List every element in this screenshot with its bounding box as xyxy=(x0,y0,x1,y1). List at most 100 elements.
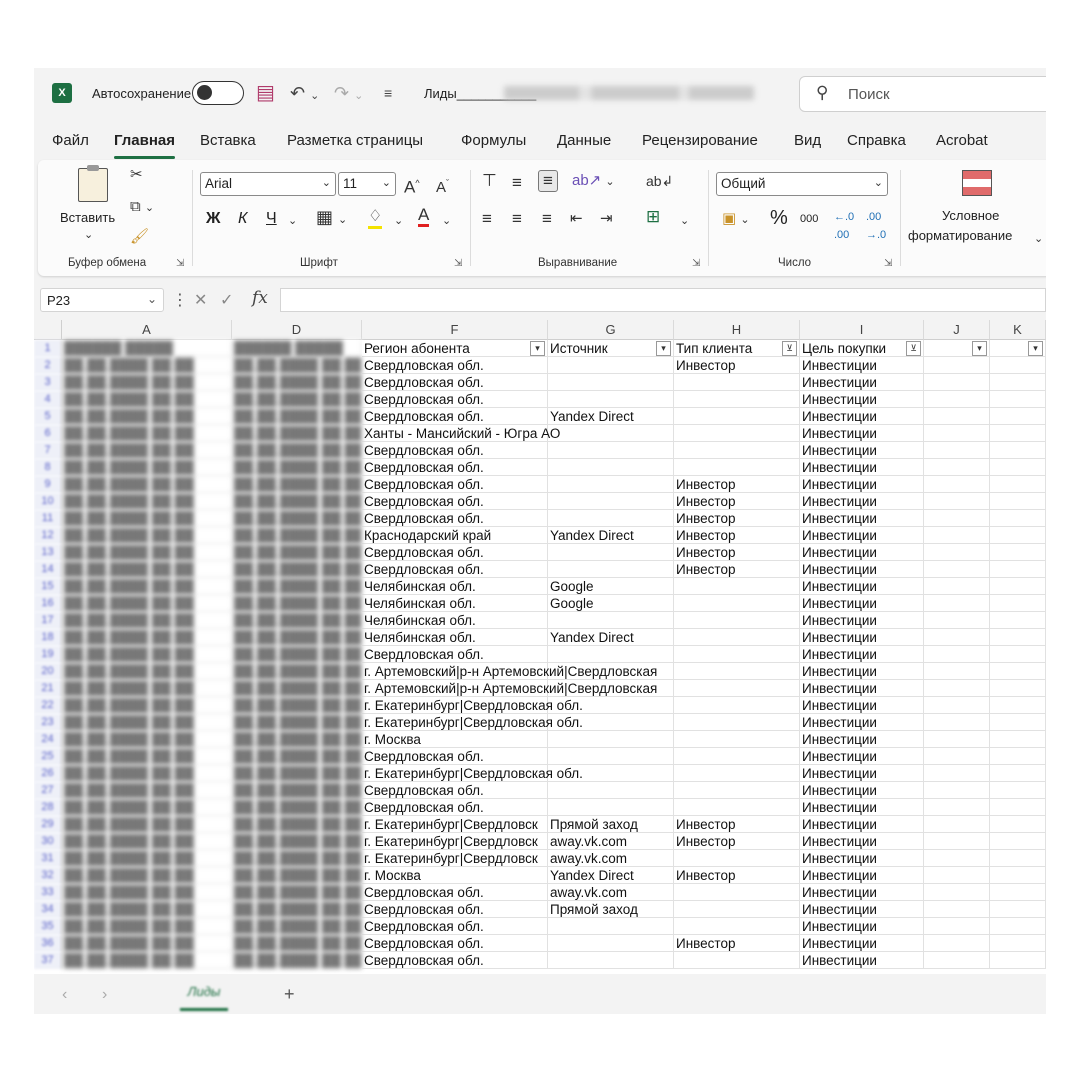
cell-g[interactable] xyxy=(548,680,674,697)
insert-function-icon[interactable]: fx xyxy=(252,288,268,308)
tab-file[interactable]: Файл xyxy=(52,132,89,149)
tab-page-layout[interactable]: Разметка страницы xyxy=(287,132,423,149)
row-number[interactable]: 10 xyxy=(34,493,62,510)
cell-i[interactable]: Инвестиции xyxy=(800,816,924,833)
cell-h[interactable]: Инвестор xyxy=(674,561,800,578)
prev-sheet-icon[interactable]: ‹ xyxy=(62,986,67,1004)
redacted-cell[interactable]: ██.██.████ ██:██ xyxy=(232,782,362,799)
redacted-cell[interactable]: ██.██.████ ██:██ xyxy=(62,833,232,850)
cell-i[interactable]: Инвестиции xyxy=(800,629,924,646)
cell-j[interactable] xyxy=(924,408,990,425)
cell-j[interactable] xyxy=(924,510,990,527)
add-sheet-icon[interactable]: + xyxy=(284,984,295,1005)
redacted-cell[interactable]: ██.██.████ ██:██ xyxy=(232,544,362,561)
conditional-formatting-label-2[interactable]: форматирование xyxy=(908,228,1012,243)
cell-g[interactable] xyxy=(548,493,674,510)
redacted-cell[interactable]: ██.██.████ ██:██ xyxy=(232,527,362,544)
redacted-cell[interactable]: ██.██.████ ██:██ xyxy=(232,680,362,697)
cell-k[interactable] xyxy=(990,357,1046,374)
row-number[interactable]: 25 xyxy=(34,748,62,765)
cell-i[interactable]: Инвестиции xyxy=(800,680,924,697)
cell-i[interactable]: Инвестиции xyxy=(800,374,924,391)
font-size-select[interactable]: 11 ⌄ xyxy=(338,172,396,196)
cell-j[interactable] xyxy=(924,731,990,748)
cut-icon[interactable]: ✂ xyxy=(130,166,143,184)
redacted-cell[interactable]: ██.██.████ ██:██ xyxy=(232,493,362,510)
cell-g[interactable] xyxy=(548,476,674,493)
font-color-icon[interactable]: A xyxy=(418,206,430,227)
cell-g[interactable]: away.vk.com xyxy=(548,850,674,867)
column-header-g[interactable]: G xyxy=(548,320,674,340)
cell-k[interactable] xyxy=(990,765,1046,782)
redacted-cell[interactable]: ██.██.████ ██:██ xyxy=(62,442,232,459)
cell-g[interactable] xyxy=(548,510,674,527)
cell-f[interactable]: г. Екатеринбург|Свердловск xyxy=(362,816,548,833)
cell-g[interactable] xyxy=(548,646,674,663)
cell-h[interactable] xyxy=(674,918,800,935)
redacted-cell[interactable]: ██.██.████ ██:██ xyxy=(232,595,362,612)
redacted-cell[interactable]: ██.██.████ ██:██ xyxy=(62,561,232,578)
cell-f[interactable]: Краснодарский край xyxy=(362,527,548,544)
wrap-text-icon[interactable]: ab↲ xyxy=(646,172,673,190)
font-name-select[interactable]: Arial ⌄ xyxy=(200,172,336,196)
cell-k[interactable] xyxy=(990,680,1046,697)
cell-f[interactable]: г. Артемовский|р-н Артемовский|Свердловс… xyxy=(362,680,657,697)
cell-g[interactable] xyxy=(548,442,674,459)
row-number[interactable]: 1 xyxy=(34,340,62,357)
cell-g[interactable] xyxy=(548,799,674,816)
redacted-cell[interactable]: ██.██.████ ██:██ xyxy=(62,476,232,493)
cell-i[interactable]: Инвестиции xyxy=(800,646,924,663)
cell-j[interactable] xyxy=(924,493,990,510)
row-number[interactable]: 33 xyxy=(34,884,62,901)
redacted-cell[interactable]: ██.██.████ ██:██ xyxy=(62,391,232,408)
cell-g[interactable] xyxy=(548,374,674,391)
redacted-cell[interactable]: ██.██.████ ██:██ xyxy=(62,408,232,425)
cell-f[interactable]: Свердловская обл. xyxy=(362,561,548,578)
cell-f[interactable]: Свердловская обл. xyxy=(362,391,548,408)
cell-j[interactable] xyxy=(924,697,990,714)
cell-h[interactable]: Инвестор xyxy=(674,493,800,510)
cell-h[interactable]: Инвестор xyxy=(674,544,800,561)
redo-icon[interactable]: ↷ ⌄ xyxy=(334,81,363,108)
cell-i[interactable]: Инвестиции xyxy=(800,697,924,714)
tab-home[interactable]: Главная xyxy=(114,132,176,159)
cell-h[interactable] xyxy=(674,646,800,663)
increase-indent-icon[interactable]: ⇥ xyxy=(600,210,613,228)
merge-center-icon[interactable]: ⊞ xyxy=(646,208,660,226)
paste-dropdown-icon[interactable]: ⌄ xyxy=(84,226,93,244)
name-box[interactable]: P23 ⌄ xyxy=(40,288,164,312)
redacted-cell[interactable]: ██.██.████ ██:██ xyxy=(62,918,232,935)
cell-j[interactable] xyxy=(924,782,990,799)
cell-h[interactable] xyxy=(674,408,800,425)
cell-h[interactable]: Инвестор xyxy=(674,357,800,374)
cell-h[interactable]: Инвестор xyxy=(674,510,800,527)
redacted-cell[interactable]: ██.██.████ ██:██ xyxy=(232,952,362,969)
redacted-cell[interactable]: ██.██.████ ██:██ xyxy=(62,612,232,629)
cell-f[interactable]: Челябинская обл. xyxy=(362,578,548,595)
cell-f[interactable]: г. Екатеринбург|Свердловская обл. xyxy=(362,765,583,782)
cell-h[interactable] xyxy=(674,765,800,782)
cell-h[interactable]: Инвестор xyxy=(674,833,800,850)
cell-k[interactable]: ▾ xyxy=(990,340,1046,357)
cell-g[interactable] xyxy=(548,935,674,952)
cell-h[interactable] xyxy=(674,714,800,731)
cell-g[interactable] xyxy=(548,748,674,765)
redacted-cell[interactable]: ██████ █████ xyxy=(232,340,362,357)
redacted-cell[interactable]: ██.██.████ ██:██ xyxy=(232,867,362,884)
cell-i[interactable]: Инвестиции xyxy=(800,731,924,748)
cell-i[interactable]: Инвестиции xyxy=(800,833,924,850)
cell-i[interactable]: Инвестиции xyxy=(800,867,924,884)
row-number[interactable]: 30 xyxy=(34,833,62,850)
tab-review[interactable]: Рецензирование xyxy=(642,132,758,149)
redacted-cell[interactable]: ██.██.████ ██:██ xyxy=(232,374,362,391)
cell-h[interactable]: Тип клиента ⊻ xyxy=(674,340,800,357)
cell-g[interactable] xyxy=(548,731,674,748)
row-number[interactable]: 5 xyxy=(34,408,62,425)
cell-g[interactable]: away.vk.com xyxy=(548,884,674,901)
cell-i[interactable]: Инвестиции xyxy=(800,799,924,816)
cell-k[interactable] xyxy=(990,799,1046,816)
cell-i[interactable]: Инвестиции xyxy=(800,493,924,510)
cell-g[interactable] xyxy=(548,459,674,476)
bold-button[interactable]: Ж xyxy=(206,210,220,228)
cell-f[interactable]: г. Екатеринбург|Свердловская обл. xyxy=(362,697,583,714)
